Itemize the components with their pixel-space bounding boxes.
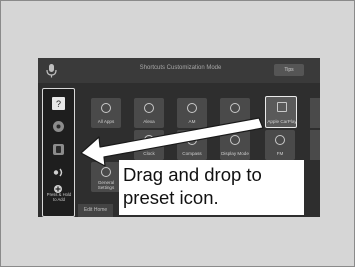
drag-arrow <box>80 117 264 167</box>
callout-line1: Drag and drop to <box>123 164 262 185</box>
instruction-callout: Drag and drop to preset icon. <box>119 160 304 215</box>
callout-line2: preset icon. <box>123 187 219 208</box>
figure-frame: Shortcuts Customization Mode Tips ? Pres… <box>0 0 355 267</box>
